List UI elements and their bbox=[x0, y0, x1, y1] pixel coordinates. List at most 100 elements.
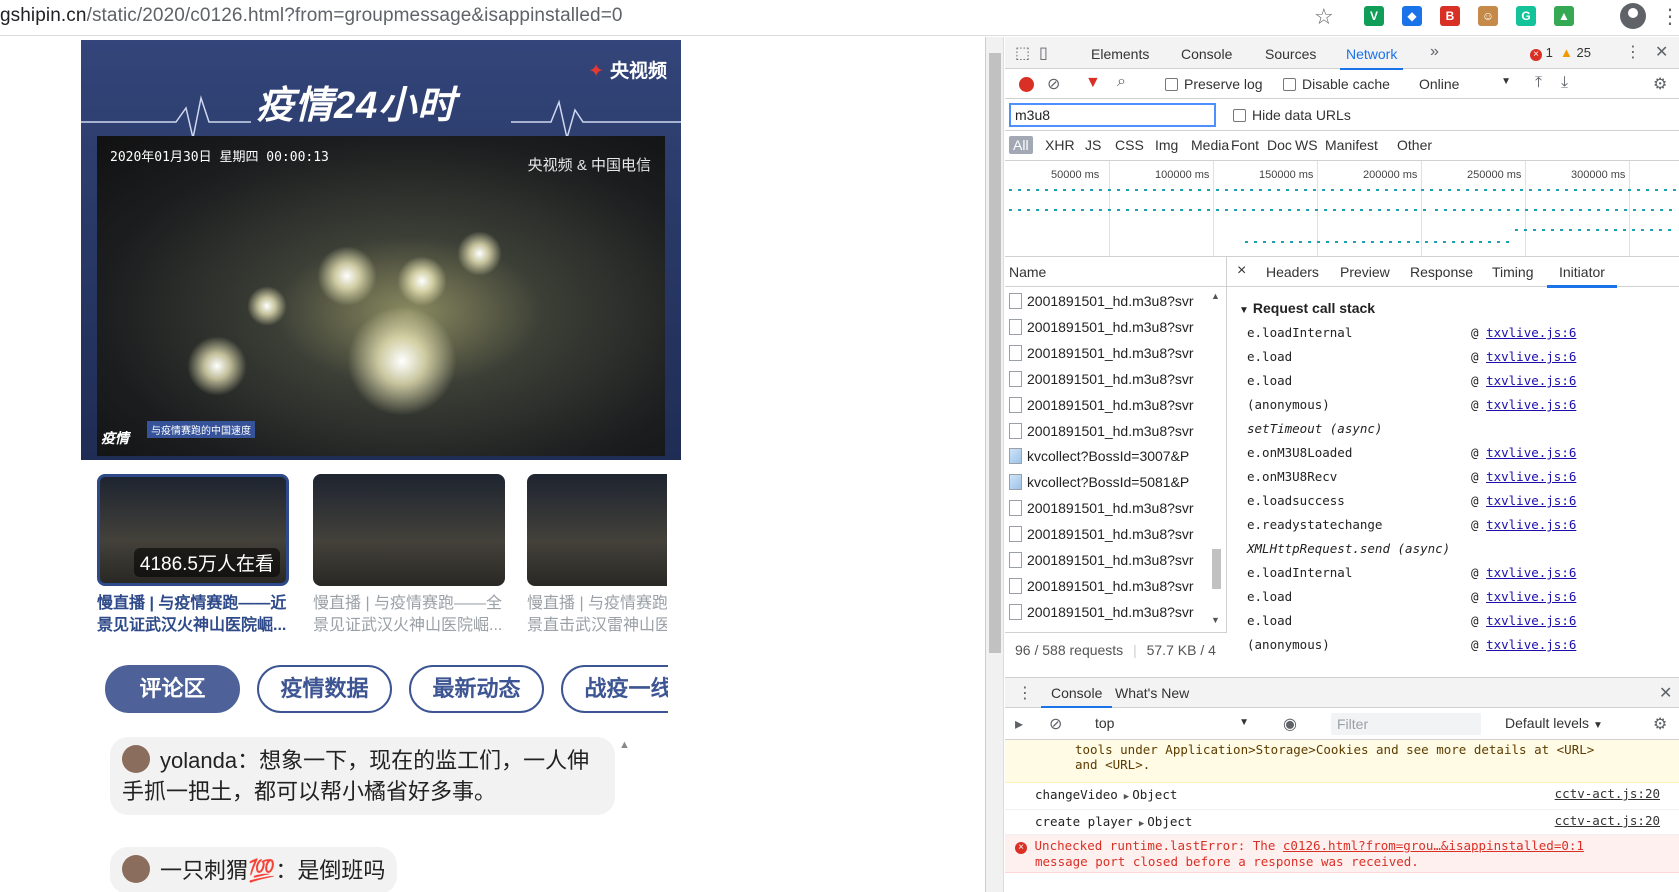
ext-green-icon[interactable]: ▲ bbox=[1554, 6, 1574, 26]
source-link[interactable]: txvlive.js:6 bbox=[1486, 349, 1576, 364]
type-filter-all[interactable]: All bbox=[1009, 136, 1033, 154]
address-bar[interactable]: gshipin.cn/static/2020/c0126.html?from=g… bbox=[0, 5, 623, 27]
source-link[interactable]: txvlive.js:6 bbox=[1486, 373, 1576, 388]
stream-caption-1[interactable]: 慢直播 | 与疫情赛跑——近景见证武汉火神山医院崛... bbox=[97, 593, 297, 634]
tab-initiator[interactable]: Initiator bbox=[1547, 264, 1617, 288]
close-drawer-icon[interactable]: ✕ bbox=[1659, 683, 1672, 703]
type-filter-other[interactable]: Other bbox=[1397, 137, 1432, 153]
type-filter-img[interactable]: Img bbox=[1155, 137, 1178, 153]
tab-timing[interactable]: Timing bbox=[1492, 264, 1534, 280]
tab-network[interactable]: Network bbox=[1339, 46, 1404, 70]
request-list-scrollbar[interactable]: ▲ ▼ bbox=[1209, 291, 1223, 631]
tab-preview[interactable]: Preview bbox=[1340, 264, 1390, 280]
request-row[interactable]: 2001891501_hd.m3u8?svr bbox=[1009, 552, 1205, 576]
inspect-element-icon[interactable]: ⬚ bbox=[1015, 43, 1030, 63]
tab-drawer-console[interactable]: Console bbox=[1040, 685, 1113, 708]
error-source-link[interactable]: c0126.html?from=grou…&isappinstalled=0:1 bbox=[1283, 838, 1584, 853]
tab-whats-new[interactable]: What's New bbox=[1115, 685, 1189, 701]
scroll-down-arrow-icon[interactable]: ▼ bbox=[1211, 615, 1220, 625]
network-overview-timeline[interactable]: 50000 ms 100000 ms 150000 ms 200000 ms 25000… bbox=[1005, 161, 1679, 257]
scrollbar-thumb[interactable] bbox=[1212, 549, 1221, 589]
source-link[interactable]: txvlive.js:6 bbox=[1486, 565, 1576, 580]
type-filter-doc[interactable]: Doc bbox=[1267, 137, 1292, 153]
close-devtools-icon[interactable]: ✕ bbox=[1655, 42, 1668, 62]
ext-face-icon[interactable]: ☺ bbox=[1478, 6, 1498, 26]
request-row[interactable]: 2001891501_hd.m3u8?svr bbox=[1009, 603, 1205, 628]
clear-icon[interactable]: ⊘ bbox=[1047, 74, 1060, 94]
profile-avatar-icon[interactable] bbox=[1620, 3, 1646, 29]
request-row[interactable]: 2001891501_hd.m3u8?svr bbox=[1009, 396, 1205, 421]
log-object[interactable]: Object bbox=[1132, 787, 1177, 802]
more-tabs-chevron-icon[interactable]: » bbox=[1430, 43, 1439, 61]
tab-elements[interactable]: Elements bbox=[1091, 46, 1149, 62]
request-row[interactable]: 2001891501_hd.m3u8?svr bbox=[1009, 318, 1205, 343]
tab-epidemic-data[interactable]: 疫情数据 bbox=[257, 665, 392, 713]
eye-icon[interactable]: ◉ bbox=[1283, 714, 1297, 734]
clear-console-icon[interactable]: ⊘ bbox=[1049, 714, 1062, 734]
ext-cube-icon[interactable]: ◆ bbox=[1402, 6, 1422, 26]
ext-red-icon[interactable]: B bbox=[1440, 6, 1460, 26]
type-filter-xhr[interactable]: XHR bbox=[1045, 137, 1075, 153]
network-filter-input[interactable] bbox=[1009, 103, 1216, 127]
tab-sources[interactable]: Sources bbox=[1265, 46, 1316, 62]
request-row[interactable]: 2001891501_hd.m3u8?svr bbox=[1009, 422, 1205, 447]
tab-response[interactable]: Response bbox=[1410, 264, 1473, 280]
tab-console[interactable]: Console bbox=[1181, 46, 1232, 62]
browser-menu-icon[interactable]: ⋮ bbox=[1660, 4, 1679, 29]
source-link[interactable]: txvlive.js:6 bbox=[1486, 445, 1576, 460]
star-outline-icon[interactable]: ☆ bbox=[1314, 4, 1334, 30]
stream-caption-3[interactable]: 慢直播 | 与疫情赛跑——全景直击武汉雷神山医 bbox=[527, 593, 667, 634]
log-source-link[interactable]: cctv-act.js:20 bbox=[1555, 813, 1660, 828]
source-link[interactable]: txvlive.js:6 bbox=[1486, 469, 1576, 484]
warning-count-badge[interactable]: ▲ 25 bbox=[1560, 45, 1591, 60]
expand-triangle-icon[interactable]: ▶ bbox=[1139, 819, 1144, 829]
sidebar-toggle-icon[interactable]: ▸ bbox=[1015, 714, 1023, 734]
type-filter-font[interactable]: Font bbox=[1231, 137, 1259, 153]
throttling-select[interactable]: Online ▼ bbox=[1419, 76, 1511, 92]
source-link[interactable]: txvlive.js:6 bbox=[1486, 589, 1576, 604]
export-har-icon[interactable]: ⤓ bbox=[1561, 74, 1568, 92]
error-count-badge[interactable]: × 1 bbox=[1530, 45, 1553, 61]
tab-comments[interactable]: 评论区 bbox=[105, 665, 240, 713]
callstack-header[interactable]: ▼ Request call stack bbox=[1239, 300, 1375, 316]
filter-funnel-icon[interactable]: ▼ bbox=[1085, 74, 1101, 92]
scrollbar-thumb[interactable] bbox=[989, 53, 1001, 653]
request-row[interactable]: kvcollect?BossId=5081&P bbox=[1009, 474, 1205, 498]
type-filter-manifest[interactable]: Manifest bbox=[1325, 137, 1378, 153]
type-filter-js[interactable]: JS bbox=[1085, 137, 1101, 153]
source-link[interactable]: txvlive.js:6 bbox=[1486, 517, 1576, 532]
device-toolbar-icon[interactable]: ▯ bbox=[1039, 43, 1048, 63]
preserve-log-checkbox[interactable]: Preserve log bbox=[1165, 76, 1263, 92]
devtools-menu-icon[interactable]: ⋮ bbox=[1625, 42, 1641, 62]
ext-grammarly-icon[interactable]: G bbox=[1516, 6, 1536, 26]
request-row[interactable]: 2001891501_hd.m3u8?svr bbox=[1009, 526, 1205, 550]
log-levels-select[interactable]: Default levels ▼ bbox=[1505, 715, 1603, 731]
search-icon[interactable]: ⌕ bbox=[1117, 73, 1126, 91]
context-select[interactable]: top ▼ bbox=[1095, 715, 1255, 731]
source-link[interactable]: txvlive.js:6 bbox=[1486, 637, 1576, 652]
close-detail-icon[interactable]: × bbox=[1237, 262, 1246, 280]
tab-headers[interactable]: Headers bbox=[1266, 264, 1319, 280]
source-link[interactable]: txvlive.js:6 bbox=[1486, 613, 1576, 628]
hide-data-urls-checkbox[interactable]: Hide data URLs bbox=[1233, 107, 1351, 123]
request-row[interactable]: 2001891501_hd.m3u8?svr bbox=[1009, 344, 1205, 369]
stream-thumb-1[interactable]: 4186.5万人在看 bbox=[97, 474, 289, 586]
tab-latest-news[interactable]: 最新动态 bbox=[409, 665, 544, 713]
console-gear-icon[interactable]: ⚙ bbox=[1653, 714, 1667, 734]
console-filter-input[interactable]: Filter bbox=[1331, 713, 1481, 735]
stream-caption-2[interactable]: 慢直播 | 与疫情赛跑——全景见证武汉火神山医院崛... bbox=[313, 593, 513, 634]
log-source-link[interactable]: cctv-act.js:20 bbox=[1555, 786, 1660, 801]
request-row[interactable]: 2001891501_hd.m3u8?svr bbox=[1009, 577, 1205, 602]
record-icon[interactable] bbox=[1019, 77, 1034, 92]
disable-cache-checkbox[interactable]: Disable cache bbox=[1283, 76, 1390, 92]
type-filter-media[interactable]: Media bbox=[1191, 137, 1229, 153]
type-filter-css[interactable]: CSS bbox=[1115, 137, 1144, 153]
request-row[interactable]: 2001891501_hd.m3u8?svr bbox=[1009, 500, 1205, 524]
ext-v-icon[interactable]: V bbox=[1364, 6, 1384, 26]
tab-frontline[interactable]: 战疫一线 bbox=[561, 665, 668, 713]
stream-thumb-2[interactable] bbox=[313, 474, 505, 586]
stream-thumb-3[interactable] bbox=[527, 474, 667, 586]
page-scrollbar[interactable] bbox=[986, 37, 1004, 892]
request-row[interactable]: 2001891501_hd.m3u8?svr bbox=[1009, 293, 1205, 317]
drawer-menu-icon[interactable]: ⋮ bbox=[1017, 683, 1033, 703]
